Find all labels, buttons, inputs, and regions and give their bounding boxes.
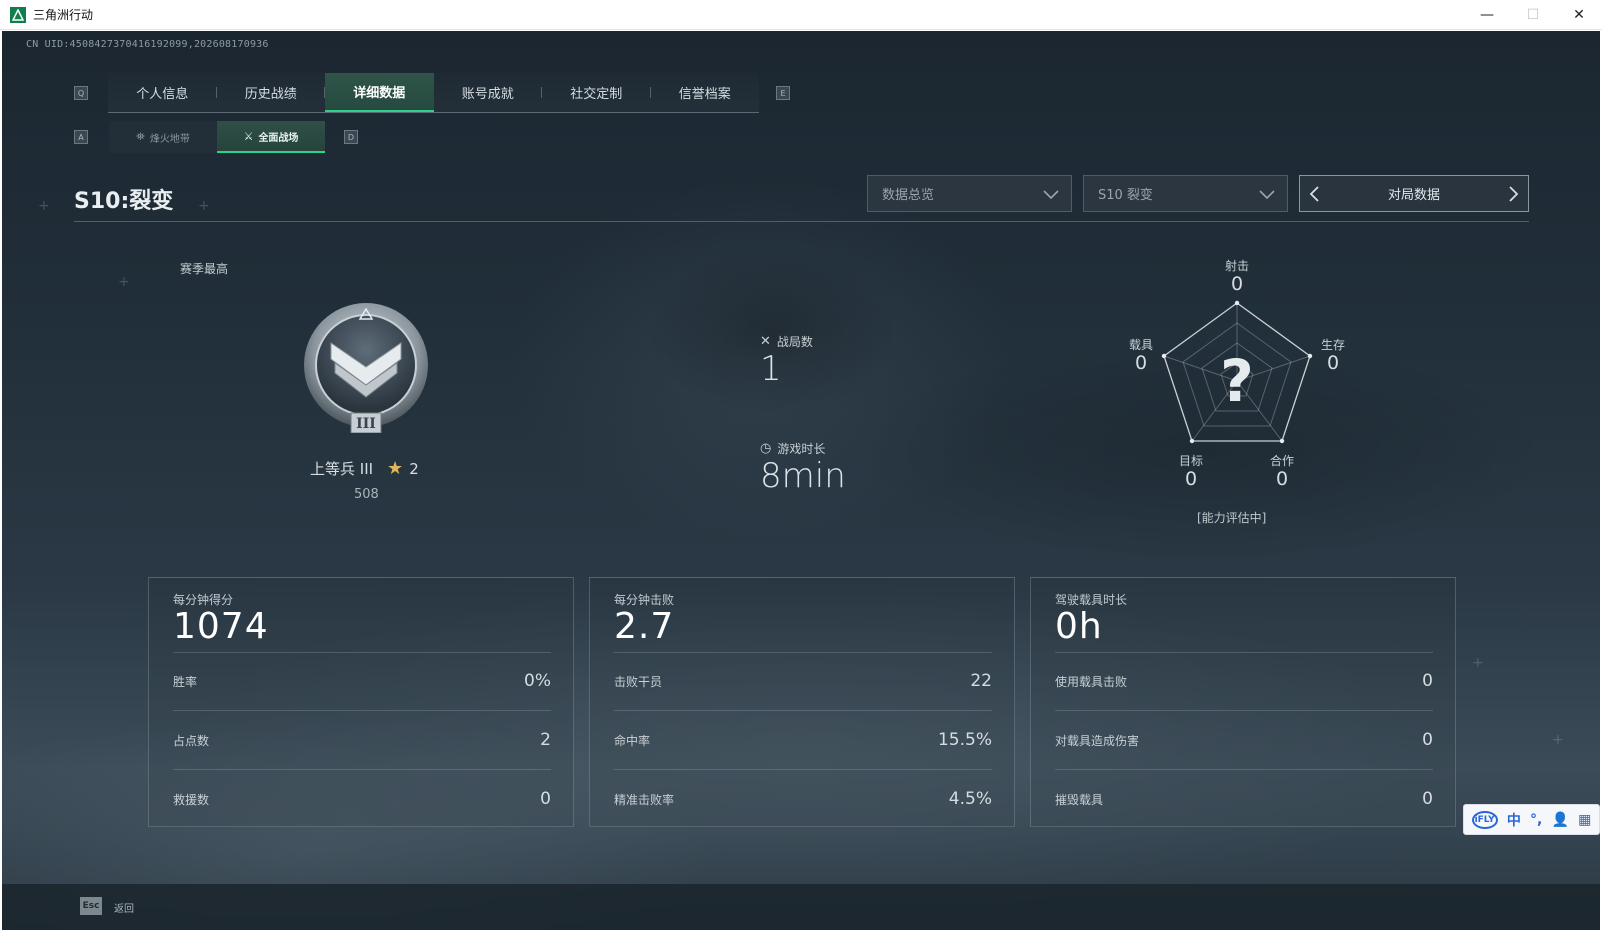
card-divider <box>1055 710 1433 711</box>
card-head-value: 0h <box>1055 606 1103 647</box>
card-head-value: 2.7 <box>614 606 675 647</box>
app-logo-icon <box>10 6 26 23</box>
radar-value-survival: 0 <box>1326 352 1340 374</box>
card-divider <box>614 652 992 653</box>
rank-score: 508 <box>354 487 379 502</box>
card-divider <box>614 710 992 711</box>
header-divider <box>74 221 1529 222</box>
rank-name: 上等兵 III ★ 2 <box>310 458 419 479</box>
card-divider <box>173 769 551 770</box>
card-row: 对载具造成伤害 0 <box>1055 730 1433 750</box>
card-divider <box>614 769 992 770</box>
matches-value: 1 <box>760 349 782 389</box>
radar-label-vehicle: 载具 <box>1128 338 1153 352</box>
tab-reputation-record[interactable]: 信誉档案 <box>651 73 760 112</box>
radar-label-shooting: 射击 <box>1224 259 1249 273</box>
card-row: 使用载具击败 0 <box>1055 671 1433 691</box>
season-title: S10:裂变 <box>74 189 174 214</box>
tab-match-history[interactable]: 历史战绩 <box>217 73 325 112</box>
plus-decoration-icon: + <box>198 198 210 214</box>
subtab-hazard-zone[interactable]: ⛯ 烽火地带 <box>109 121 217 153</box>
card-divider <box>173 652 551 653</box>
clock-icon: ◷ <box>760 441 772 456</box>
bottom-bar <box>2 884 1600 930</box>
battlefield-icon: ⚔ <box>243 129 254 143</box>
esc-key-hint[interactable]: Esc <box>80 897 102 915</box>
radar-value-shooting: 0 <box>1230 273 1244 295</box>
card-row: 胜率 0% <box>173 671 551 691</box>
subtab-full-battlefield[interactable]: ⚔ 全面战场 <box>217 121 325 153</box>
season-select[interactable]: S10 裂变 <box>1083 175 1288 212</box>
chevron-left-icon[interactable] <box>1308 184 1322 204</box>
ime-toolbar: iFLY 中 °, 👤 ▦ <box>1463 804 1600 835</box>
vehicle-stats-card: 驾驶载具时长 0h 使用载具击败 0 对载具造成伤害 0 摧毁载具 0 <box>1030 577 1456 827</box>
matches-label: ✕ 战局数 <box>760 334 813 349</box>
svg-text:III: III <box>356 416 376 432</box>
rank-badge-icon: III <box>304 303 428 433</box>
user-uid: CN UID:4508427370416192099,202608170936 <box>26 39 269 50</box>
chevron-down-icon <box>1043 190 1059 200</box>
radar-value-teamwork: 0 <box>1275 468 1289 490</box>
hazard-zone-icon: ⛯ <box>136 130 145 143</box>
radar-label-teamwork: 合作 <box>1269 454 1294 468</box>
close-button[interactable]: ✕ <box>1556 0 1602 30</box>
prev-subtab-key-hint[interactable]: A <box>74 130 88 144</box>
radar-center-mark: ? <box>1220 347 1254 415</box>
prev-tab-key-hint[interactable]: Q <box>74 86 88 100</box>
card-divider <box>173 710 551 711</box>
card-divider <box>1055 652 1433 653</box>
radar-label-survival: 生存 <box>1320 338 1345 352</box>
chevron-down-icon <box>1259 190 1275 200</box>
minimize-button[interactable]: — <box>1464 0 1510 30</box>
plus-decoration-icon: + <box>1472 655 1484 671</box>
card-row: 救援数 0 <box>173 789 551 809</box>
next-subtab-key-hint[interactable]: D <box>344 130 358 144</box>
card-row: 精准击败率 4.5% <box>614 789 992 809</box>
match-data-switcher: 对局数据 <box>1299 175 1529 212</box>
score-stats-card: 每分钟得分 1074 胜率 0% 占点数 2 救援数 0 <box>148 577 574 827</box>
radar-value-objective: 0 <box>1184 468 1198 490</box>
crossed-swords-icon: ✕ <box>760 334 771 349</box>
chevron-right-icon[interactable] <box>1506 184 1520 204</box>
card-row: 占点数 2 <box>173 730 551 750</box>
season-best-label: 赛季最高 <box>180 262 229 276</box>
game-viewport: CN UID:4508427370416192099,202608170936 … <box>2 31 1600 930</box>
window-titlebar: 三角洲行动 — ☐ ✕ <box>0 0 1602 30</box>
plus-decoration-icon: + <box>1552 732 1564 748</box>
window-title: 三角洲行动 <box>33 8 94 22</box>
radar-value-vehicle: 0 <box>1134 352 1148 374</box>
star-icon: ★ <box>387 458 404 479</box>
tab-account-achievements[interactable]: 账号成就 <box>434 73 542 112</box>
back-button[interactable]: 返回 <box>114 900 134 915</box>
ime-user-icon[interactable]: 👤 <box>1552 812 1569 828</box>
main-tab-bar: 个人信息 历史战绩 详细数据 账号成就 社交定制 信誉档案 <box>108 73 759 113</box>
card-divider <box>1055 769 1433 770</box>
plus-decoration-icon: + <box>118 274 130 290</box>
data-overview-select[interactable]: 数据总览 <box>867 175 1072 212</box>
kill-stats-card: 每分钟击败 2.7 击败干员 22 命中率 15.5% 精准击败率 4.5% <box>589 577 1015 827</box>
radar-label-objective: 目标 <box>1178 454 1203 468</box>
tab-detailed-data[interactable]: 详细数据 <box>325 73 434 112</box>
maximize-button[interactable]: ☐ <box>1510 0 1556 30</box>
card-row: 命中率 15.5% <box>614 730 992 750</box>
ime-punctuation-icon[interactable]: °, <box>1530 812 1542 828</box>
next-tab-key-hint[interactable]: E <box>776 86 790 100</box>
playtime-label: ◷ 游戏时长 <box>760 441 826 456</box>
ability-assessing-status: [能力评估中] <box>1197 511 1267 525</box>
ime-apps-icon[interactable]: ▦ <box>1578 812 1591 828</box>
card-head-value: 1074 <box>173 606 269 647</box>
tab-social-customization[interactable]: 社交定制 <box>542 73 651 112</box>
ime-language-toggle[interactable]: 中 <box>1507 810 1521 830</box>
card-row: 摧毁载具 0 <box>1055 789 1433 809</box>
mode-tab-bar: ⛯ 烽火地带 ⚔ 全面战场 <box>109 121 325 153</box>
tab-personal-info[interactable]: 个人信息 <box>108 73 217 112</box>
plus-decoration-icon: + <box>38 198 50 214</box>
playtime-value: 8min <box>760 456 846 496</box>
card-row: 击败干员 22 <box>614 671 992 691</box>
ifly-logo-icon[interactable]: iFLY <box>1471 810 1498 829</box>
